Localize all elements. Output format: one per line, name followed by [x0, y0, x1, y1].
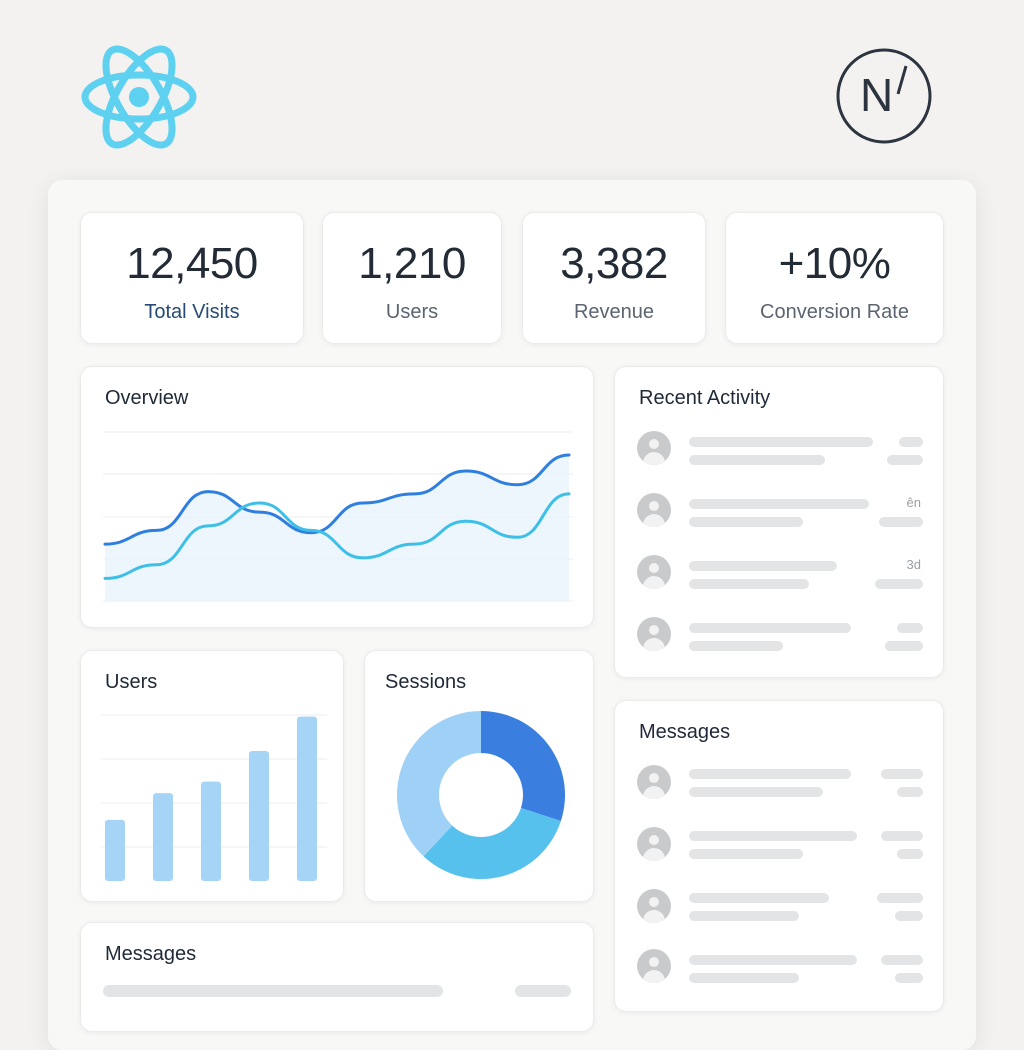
- activity-line-skeleton: [689, 641, 783, 651]
- message-line-skeleton: [689, 973, 799, 983]
- message-line-skeleton: [689, 787, 823, 797]
- activity-time-skeleton: [875, 579, 923, 589]
- message-line-skeleton: [689, 831, 857, 841]
- users-card: Users: [80, 650, 344, 902]
- stat-value: 1,210: [358, 239, 466, 288]
- activity-line-skeleton: [689, 517, 803, 527]
- stat-label: Conversion Rate: [760, 301, 909, 323]
- avatar: [637, 765, 671, 799]
- stat-label: Total Visits: [144, 301, 240, 323]
- avatar: [637, 949, 671, 983]
- area-fill: [105, 455, 569, 601]
- activity-line-skeleton: [689, 579, 809, 589]
- message-time-skeleton: [877, 893, 923, 903]
- sessions-donut-chart: [397, 711, 565, 879]
- react-logo-icon: [81, 45, 197, 149]
- users-title: Users: [105, 671, 158, 693]
- message-time-skeleton: [897, 787, 923, 797]
- activity-line-skeleton: [689, 623, 851, 633]
- activity-time: 3d: [906, 557, 921, 572]
- message-line-skeleton: [689, 769, 851, 779]
- activity-line-skeleton: [689, 455, 825, 465]
- message-line-skeleton: [689, 911, 799, 921]
- bar: [105, 819, 125, 881]
- next-logo: N: [836, 48, 932, 144]
- donut-slice: [397, 711, 481, 857]
- message-line-skeleton: [689, 955, 857, 965]
- avatar: [637, 827, 671, 861]
- message-line-skeleton: [689, 893, 829, 903]
- message-line-skeleton: [103, 985, 443, 997]
- message-time-skeleton: [897, 849, 923, 859]
- activity-time-skeleton: [899, 437, 923, 447]
- overview-line-chart: [103, 431, 573, 602]
- bar: [153, 793, 173, 881]
- messages-card-right: Messages: [614, 700, 944, 1012]
- stat-card-revenue[interactable]: 3,382 Revenue: [522, 212, 706, 344]
- bar: [297, 716, 317, 881]
- activity-time-skeleton: [887, 455, 923, 465]
- activity-time-skeleton: [897, 623, 923, 633]
- overview-title: Overview: [105, 387, 189, 409]
- activity-line-skeleton: [689, 437, 873, 447]
- overview-card: Overview: [80, 366, 594, 628]
- recent-activity-title: Recent Activity: [639, 387, 771, 409]
- activity-line-skeleton: [689, 561, 837, 571]
- stat-label: Revenue: [573, 301, 655, 323]
- message-time-skeleton: [881, 955, 923, 965]
- bar: [201, 781, 221, 881]
- avatar: [637, 617, 671, 651]
- stat-card-users[interactable]: 1,210 Users: [322, 212, 502, 344]
- sessions-card: Sessions: [364, 650, 594, 902]
- messages-card-bottom: Messages: [80, 922, 594, 1032]
- activity-time-skeleton: [885, 641, 923, 651]
- stat-card-total-visits[interactable]: 12,450 Total Visits: [80, 212, 304, 344]
- avatar: [637, 555, 671, 589]
- users-bar-chart: [101, 714, 327, 881]
- messages-title: Messages: [639, 721, 731, 743]
- avatar: [637, 493, 671, 527]
- avatar: [637, 431, 671, 465]
- next-logo-letter: N: [860, 69, 894, 121]
- donut-slice: [481, 711, 565, 821]
- recent-activity-card: Recent Activity ên 3d: [614, 366, 944, 678]
- sessions-title: Sessions: [385, 671, 467, 693]
- stat-value: 12,450: [126, 239, 258, 288]
- message-time-skeleton: [895, 973, 923, 983]
- bar: [249, 751, 269, 881]
- message-time-skeleton: [895, 911, 923, 921]
- activity-time-skeleton: [879, 517, 923, 527]
- message-line-skeleton: [689, 849, 803, 859]
- stat-value: 3,382: [560, 239, 668, 288]
- message-time-skeleton: [515, 985, 571, 997]
- message-time-skeleton: [881, 769, 923, 779]
- activity-time: ên: [906, 495, 921, 510]
- messages-title: Messages: [105, 943, 197, 965]
- activity-line-skeleton: [689, 499, 869, 509]
- stat-value: +10%: [778, 239, 891, 288]
- message-time-skeleton: [881, 831, 923, 841]
- stat-label: Users: [385, 301, 439, 323]
- stat-card-conversion-rate[interactable]: +10% Conversion Rate: [725, 212, 944, 344]
- avatar: [637, 889, 671, 923]
